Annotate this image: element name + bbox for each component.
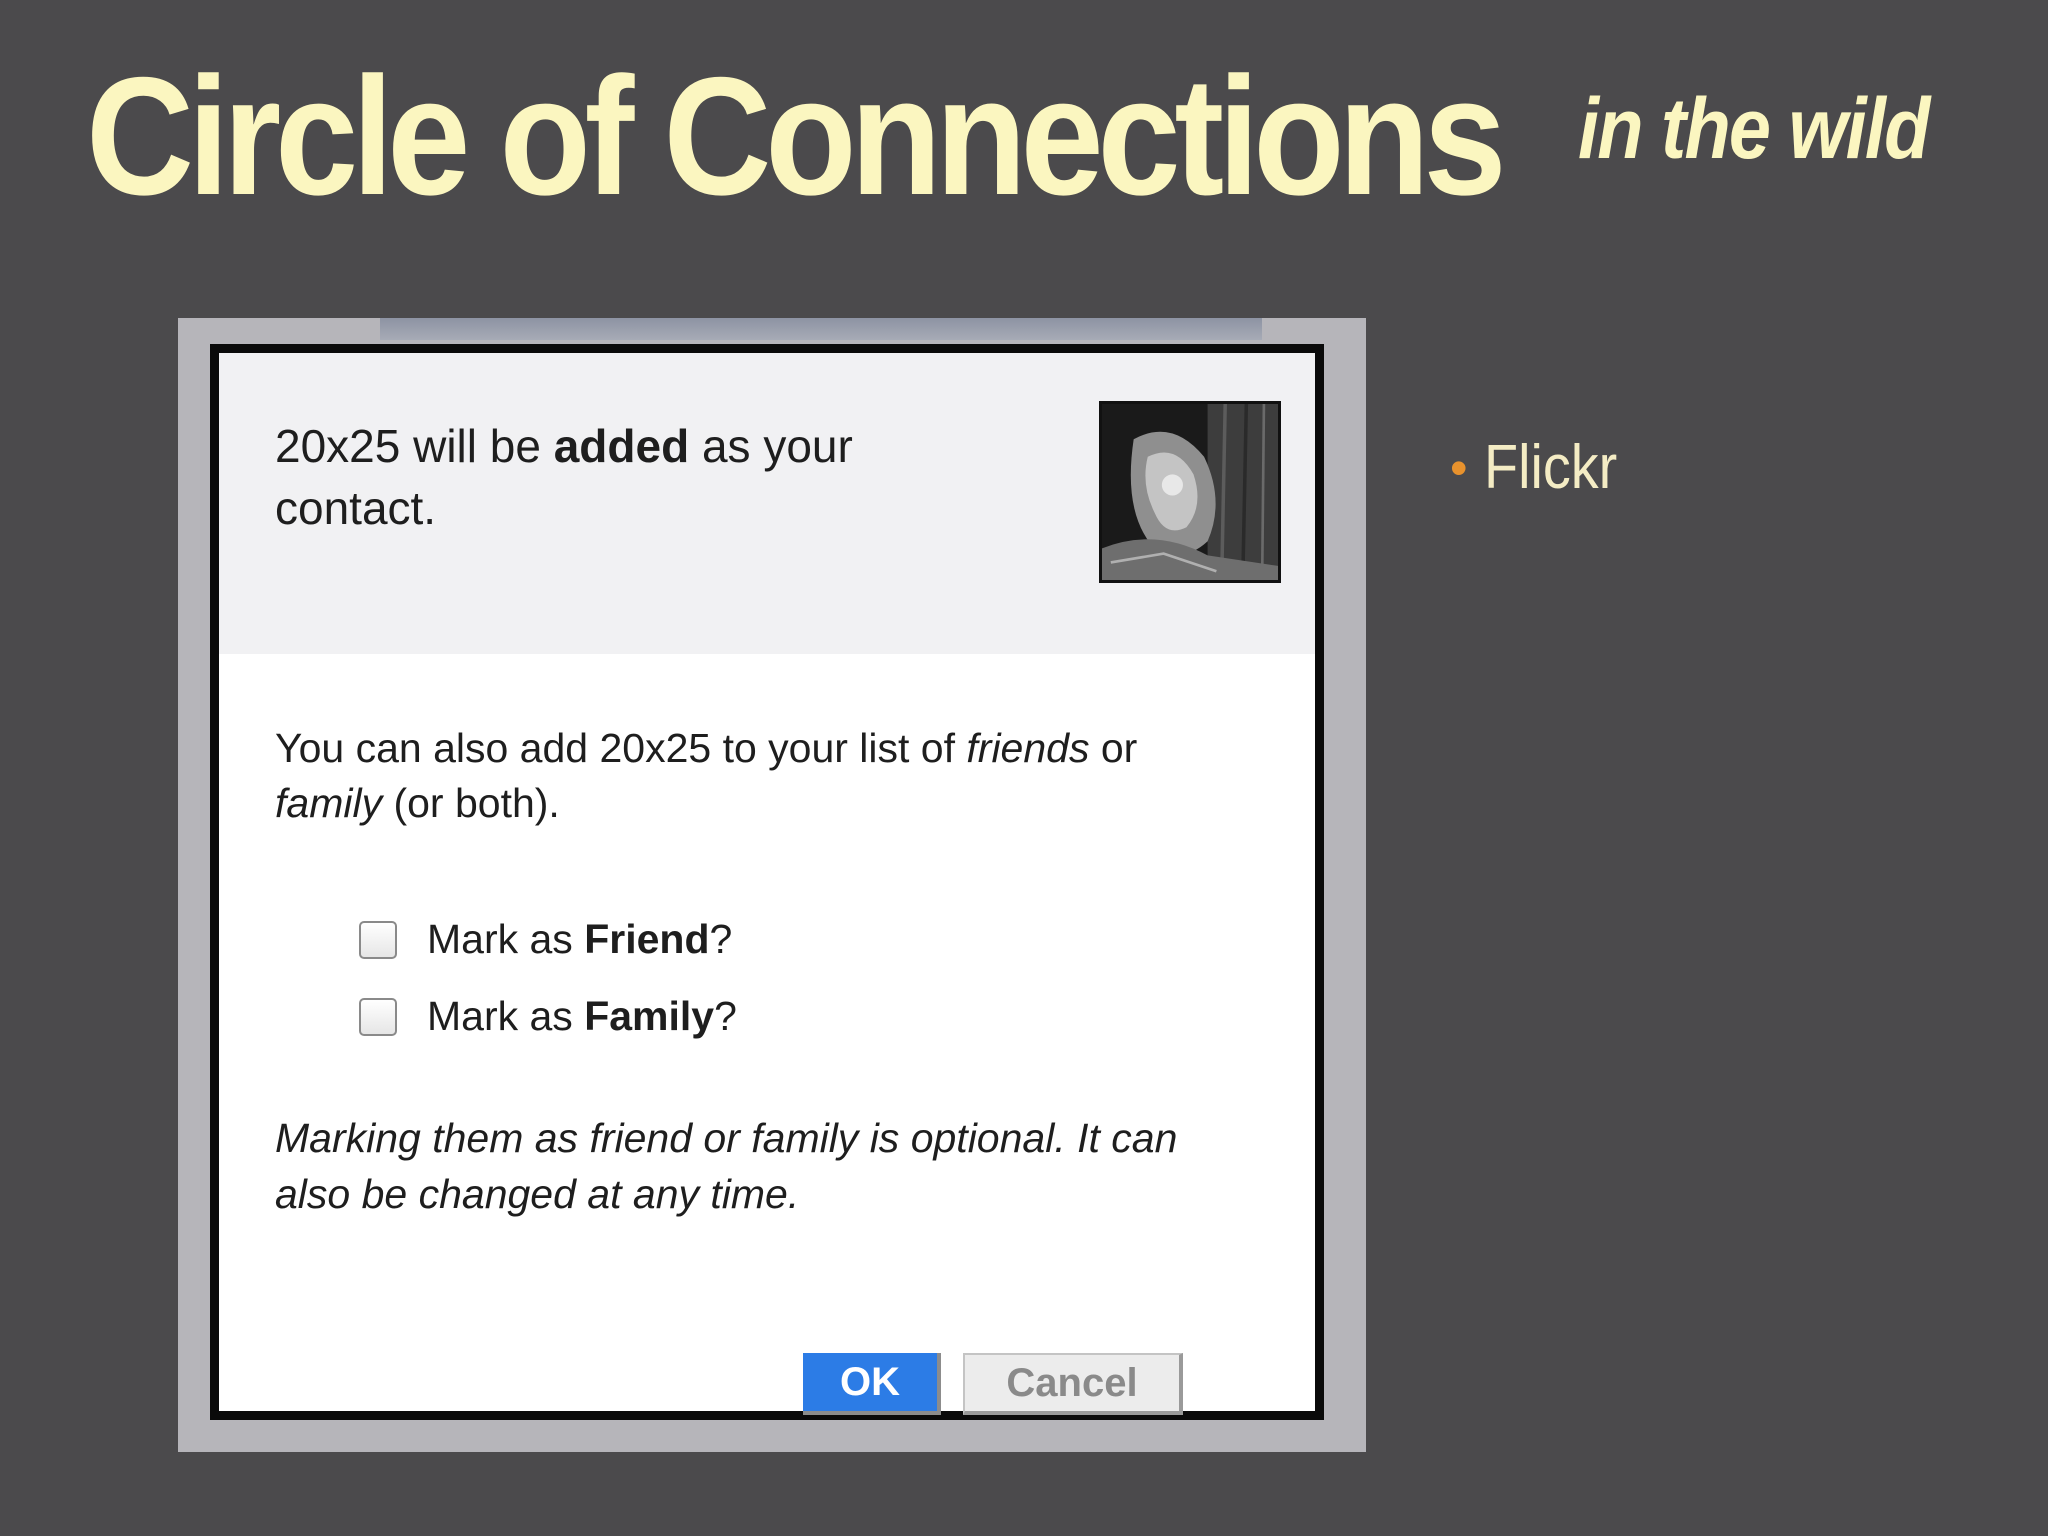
screenshot-topbar [380, 318, 1262, 340]
family-option[interactable]: Mark as Family? [359, 993, 737, 1040]
header-prefix: 20x25 will be [275, 420, 554, 472]
note-line1: Marking them as friend or family is opti… [275, 1115, 1178, 1161]
ok-button[interactable]: OK [803, 1353, 941, 1415]
avatar-photo-icon [1102, 404, 1278, 580]
bullet-text: Flickr [1483, 433, 1617, 502]
body-family: family [275, 780, 383, 826]
friend-option[interactable]: Mark as Friend? [359, 916, 732, 963]
bullet-dot-icon: • [1450, 439, 1468, 496]
optional-note: Marking them as friend or family is opti… [275, 1110, 1275, 1222]
header-emphasis: added [553, 420, 690, 472]
title-main: Circle of Connections [86, 42, 1507, 230]
bullet-list: • Flickr [1450, 432, 1632, 503]
friend-label-prefix: Mark as [427, 916, 585, 962]
slide-title: Circle of Connections [86, 52, 1675, 220]
family-label-prefix: Mark as [427, 993, 585, 1039]
family-checkbox-label[interactable]: Mark as Family? [427, 993, 737, 1040]
bullet-item: • Flickr [1450, 432, 1632, 503]
dialog-header: 20x25 will be added as your contact. [219, 353, 1315, 654]
friend-checkbox[interactable] [359, 920, 397, 959]
note-line2: also be changed at any time. [275, 1171, 800, 1217]
avatar [1099, 401, 1281, 583]
title-subtitle: in the wild [1578, 81, 1930, 177]
family-label-suffix: ? [714, 993, 737, 1039]
cancel-button[interactable]: Cancel [963, 1353, 1183, 1415]
family-label-bold: Family [584, 993, 715, 1039]
body-text2: (or both). [382, 780, 560, 826]
header-line2: contact. [275, 482, 437, 534]
header-suffix: as your [689, 420, 853, 472]
dialog-body-text: You can also add 20x25 to your list of f… [275, 721, 1275, 831]
friend-label-suffix: ? [709, 916, 733, 962]
body-text1: You can also add 20x25 to your list of [275, 725, 967, 771]
friend-label-bold: Friend [584, 916, 710, 962]
friend-checkbox-label[interactable]: Mark as Friend? [427, 916, 732, 963]
add-contact-dialog: 20x25 will be added as your contact. You… [210, 344, 1324, 1420]
body-or: or [1089, 725, 1138, 771]
body-friends: friends [966, 725, 1090, 771]
dialog-header-text: 20x25 will be added as your contact. [275, 415, 995, 539]
dialog-screenshot: 20x25 will be added as your contact. You… [178, 318, 1366, 1452]
family-checkbox[interactable] [359, 997, 397, 1036]
